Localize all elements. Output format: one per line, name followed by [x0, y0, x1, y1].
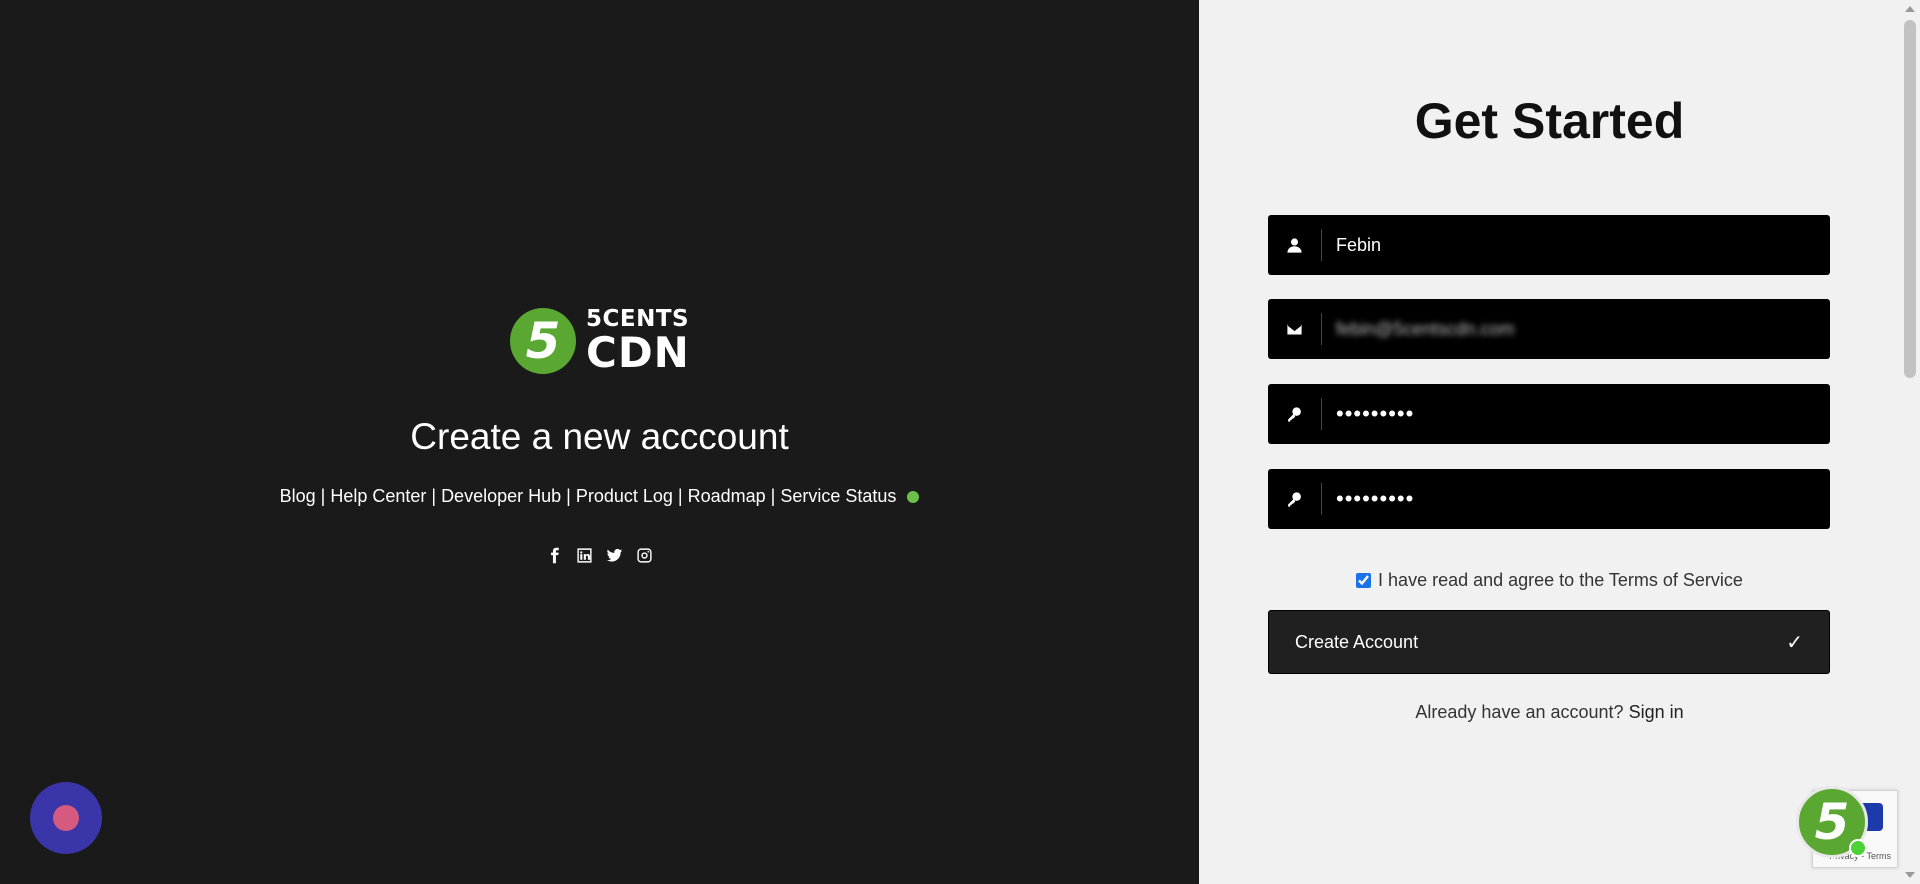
- name-input[interactable]: [1322, 215, 1830, 275]
- name-field: [1268, 215, 1830, 275]
- service-status-indicator: [907, 490, 920, 503]
- signin-prompt: Already have an account?: [1415, 702, 1624, 722]
- link-roadmap[interactable]: Roadmap: [688, 486, 766, 507]
- brand-line2: CDN: [586, 328, 690, 377]
- link-blog[interactable]: Blog: [280, 486, 316, 507]
- terms-row[interactable]: I have read and agree to the Terms of Se…: [1199, 570, 1900, 591]
- link-service-status[interactable]: Service Status: [780, 486, 896, 507]
- signup-panel: Get Started I have read and agree to the…: [1199, 0, 1900, 884]
- create-account-button[interactable]: Create Account ✓: [1268, 610, 1830, 674]
- page-scrollbar[interactable]: [1900, 0, 1920, 884]
- terms-checkbox[interactable]: [1356, 573, 1372, 588]
- confirm-password-input[interactable]: [1322, 469, 1830, 529]
- social-links: [0, 545, 1199, 565]
- support-badge-label: 5: [1814, 793, 1850, 851]
- check-icon: ✓: [1786, 631, 1803, 654]
- scrollbar-thumb[interactable]: [1904, 20, 1916, 378]
- key-icon: [1268, 398, 1322, 430]
- scroll-down-arrow-icon[interactable]: [1905, 872, 1915, 878]
- signin-row: Already have an account? Sign in: [1199, 702, 1900, 723]
- brand-logo[interactable]: 5 5CENTS CDN: [510, 307, 695, 375]
- form-heading: Get Started: [1414, 93, 1685, 149]
- link-developer-hub[interactable]: Developer Hub: [441, 486, 561, 507]
- confirm-password-field: [1268, 469, 1830, 529]
- link-help-center[interactable]: Help Center: [330, 486, 426, 507]
- support-chat-launcher[interactable]: 5: [1796, 786, 1868, 858]
- instagram-icon[interactable]: [636, 545, 654, 565]
- envelope-icon: [1268, 313, 1322, 345]
- link-separator: |: [431, 486, 437, 506]
- brand-badge: 5: [510, 308, 576, 374]
- signin-link[interactable]: Sign in: [1629, 702, 1684, 722]
- link-separator: |: [320, 486, 326, 506]
- email-field: [1268, 299, 1830, 359]
- link-separator: |: [770, 486, 776, 506]
- brand-text: 5CENTS CDN: [586, 308, 690, 374]
- scroll-up-arrow-icon[interactable]: [1905, 6, 1915, 12]
- create-account-label: Create Account: [1295, 631, 1419, 652]
- footer-links: Blog | Help Center | Developer Hub | Pro…: [0, 486, 1199, 507]
- chat-widget-button[interactable]: [30, 782, 102, 854]
- link-separator: |: [566, 486, 571, 506]
- password-field: [1268, 384, 1830, 444]
- online-status-indicator: [1849, 839, 1867, 857]
- page-title: Create a new acccount: [410, 416, 789, 457]
- facebook-icon[interactable]: [546, 545, 564, 565]
- link-separator: |: [677, 486, 683, 506]
- email-input[interactable]: [1322, 299, 1830, 359]
- link-product-log[interactable]: Product Log: [576, 486, 673, 507]
- twitter-icon[interactable]: [606, 545, 624, 565]
- password-input[interactable]: [1322, 384, 1830, 444]
- linkedin-icon[interactable]: [576, 545, 594, 565]
- key-icon: [1268, 483, 1322, 515]
- user-icon: [1268, 229, 1322, 261]
- terms-label: I have read and agree to the Terms of Se…: [1378, 570, 1743, 590]
- left-pane: 5 5CENTS CDN Create a new acccount Blog …: [0, 0, 1199, 884]
- chat-icon: [53, 805, 79, 831]
